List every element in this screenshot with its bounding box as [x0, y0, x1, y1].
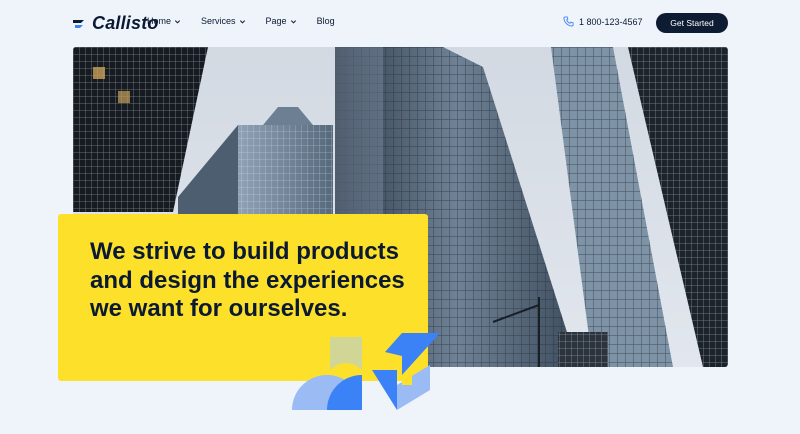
nav-item-services[interactable]: Services [201, 16, 246, 26]
main-menu: Home Services Page Blog [147, 16, 355, 26]
chevron-down-icon [239, 19, 245, 24]
hero-headline: We strive to build products and design t… [90, 238, 405, 322]
logo[interactable]: Callisto [73, 12, 159, 34]
phone-icon [563, 16, 574, 27]
nav-label: Home [147, 16, 172, 26]
chevron-down-icon [290, 19, 296, 24]
nav-item-home[interactable]: Home [147, 16, 181, 26]
top-navigation: Callisto Home Services Page Blog 1 800-1… [0, 0, 800, 46]
nav-label: Blog [316, 16, 335, 26]
logo-mark-icon [73, 20, 84, 28]
nav-label: Page [265, 16, 287, 26]
nav-label: Services [201, 16, 236, 26]
phone-number: 1 800-123-4567 [579, 16, 643, 27]
nav-item-page[interactable]: Page [266, 16, 297, 26]
chevron-down-icon [174, 19, 181, 24]
decorative-shapes [292, 333, 440, 410]
get-started-button[interactable]: Get Started [656, 13, 728, 33]
phone-contact[interactable]: 1 800-123-4567 [563, 16, 643, 27]
nav-item-blog[interactable]: Blog [317, 16, 335, 26]
